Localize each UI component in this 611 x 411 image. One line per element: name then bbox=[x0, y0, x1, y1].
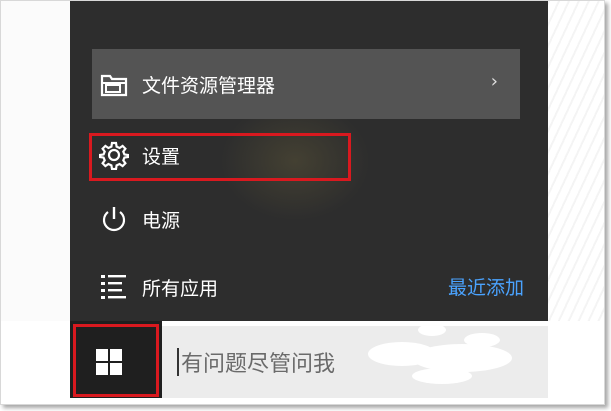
text-cursor bbox=[177, 348, 179, 376]
all-apps-label: 所有应用 bbox=[142, 277, 219, 300]
redaction-scribble bbox=[368, 324, 512, 384]
file-explorer-item[interactable]: 文件资源管理器 › bbox=[92, 49, 520, 119]
file-explorer-label: 文件资源管理器 bbox=[142, 74, 276, 97]
desktop-right-edge bbox=[548, 1, 604, 321]
bottom-edge bbox=[70, 398, 548, 404]
list-icon bbox=[96, 269, 132, 305]
power-label: 电源 bbox=[142, 209, 181, 232]
chevron-right-icon[interactable]: › bbox=[491, 71, 498, 92]
folder-icon bbox=[96, 66, 132, 102]
power-icon bbox=[96, 201, 132, 237]
start-highlight-box bbox=[73, 324, 159, 397]
recently-added-link[interactable]: 最近添加 bbox=[448, 273, 524, 300]
desktop-left-edge bbox=[1, 1, 70, 321]
power-item[interactable]: 电源 bbox=[92, 191, 492, 247]
settings-highlight-box bbox=[89, 133, 351, 181]
search-placeholder: 有问题尽管问我 bbox=[181, 352, 336, 377]
